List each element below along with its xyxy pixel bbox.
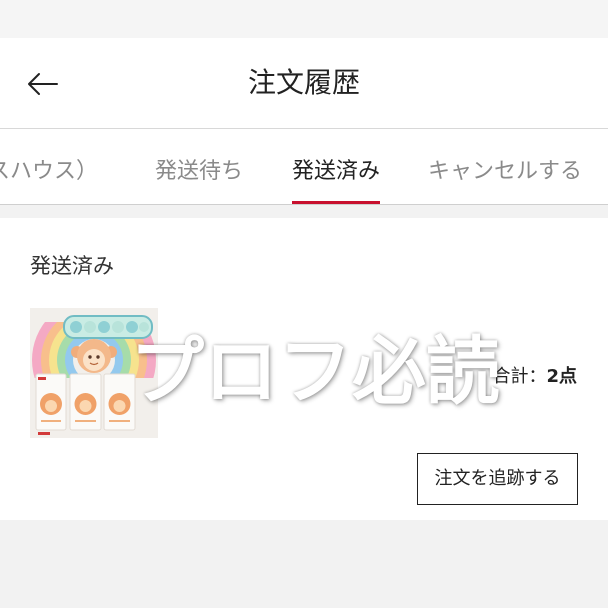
product-thumbnail[interactable]: [30, 308, 158, 438]
package-1: [35, 373, 67, 431]
tab-label: キャンセルする: [428, 159, 583, 184]
tab-label: 発送待ち: [155, 159, 244, 184]
total-label: 合計：: [492, 366, 547, 387]
order-card: 発送済み 合計：2点 注文を追跡する: [0, 218, 608, 520]
brand-mark: [38, 432, 50, 435]
tab-cancel[interactable]: キャンセルする: [428, 158, 582, 186]
total-count: 2点: [546, 366, 577, 387]
order-status-label: 発送済み: [30, 254, 114, 278]
tab-partial-left[interactable]: スハウス）: [0, 158, 98, 186]
tab-shipped[interactable]: 発送済み: [292, 158, 381, 204]
product-title-banner: [63, 315, 153, 339]
tab-label: 発送済み: [292, 159, 381, 184]
package-2: [69, 373, 102, 431]
track-order-button[interactable]: 注文を追跡する: [417, 453, 578, 505]
tab-label: スハウス）: [0, 159, 99, 184]
product-image: [30, 308, 158, 438]
tab-awaiting-shipment[interactable]: 発送待ち: [155, 158, 243, 186]
status-bar-area: [0, 0, 608, 38]
page-header: 注文履歴: [0, 38, 608, 129]
page-title: 注文履歴: [247, 66, 360, 99]
order-total: 合計：2点: [492, 365, 577, 389]
package-3: [103, 373, 136, 431]
arrow-left-icon[interactable]: [26, 71, 60, 97]
order-status-tabs: スハウス） 発送待ち 発送済み キャンセルする: [0, 129, 608, 205]
active-tab-indicator: [292, 201, 381, 204]
